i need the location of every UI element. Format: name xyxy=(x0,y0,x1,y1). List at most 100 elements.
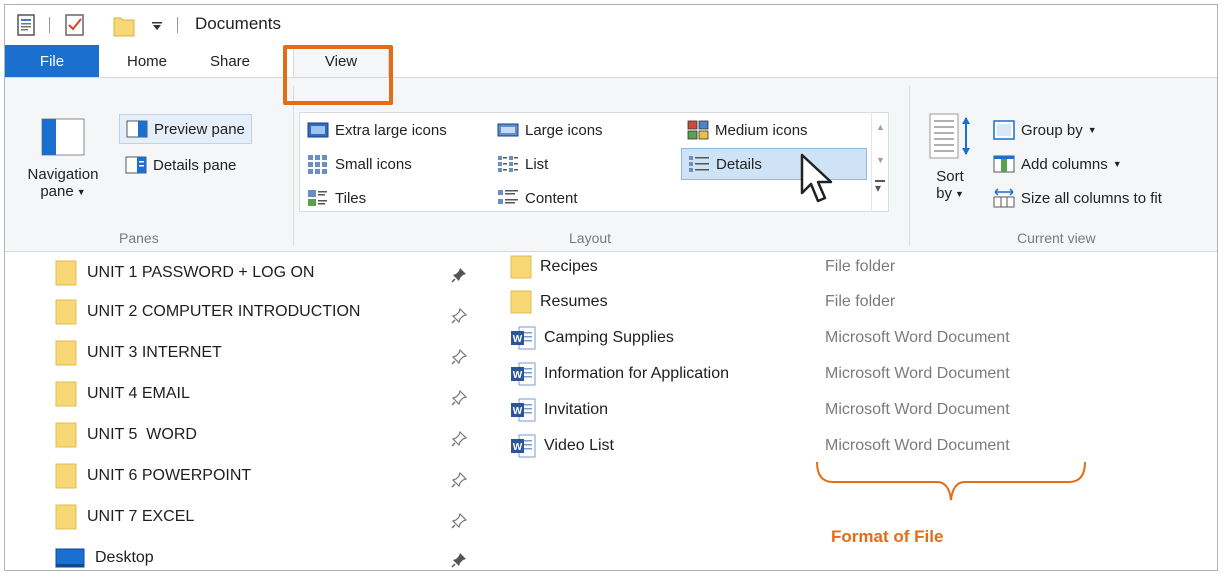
nav-item-label: UNIT 5 WORD xyxy=(87,426,197,443)
pin-icon[interactable] xyxy=(451,308,467,324)
nav-item-label: UNIT 1 PASSWORD + LOG ON xyxy=(87,264,315,281)
folder-icon[interactable] xyxy=(113,15,135,37)
layout-extra-large-icons[interactable]: Extra large icons xyxy=(307,118,447,142)
gallery-expand-icon[interactable]: ▾ xyxy=(875,180,885,194)
scroll-down-icon[interactable]: ▼ xyxy=(876,155,885,165)
sort-by-button[interactable]: Sort by ▼ xyxy=(919,112,981,222)
layout-medium-icons[interactable]: Medium icons xyxy=(687,118,808,142)
add-columns-button[interactable]: Add columns ▼ xyxy=(993,152,1122,176)
pin-icon[interactable] xyxy=(451,513,467,529)
group-by-button[interactable]: Group by ▼ xyxy=(993,118,1097,142)
group-separator xyxy=(293,86,294,246)
layout-details[interactable]: Details xyxy=(681,148,867,180)
mouse-cursor-icon xyxy=(800,153,833,203)
layout-group-label: Layout xyxy=(569,230,612,246)
add-columns-label: Add columns xyxy=(1021,155,1108,173)
extra-large-icons-label: Extra large icons xyxy=(335,121,447,139)
folder-icon xyxy=(510,255,532,279)
file-row-video-list[interactable]: W Video List xyxy=(510,429,614,463)
preview-pane-icon xyxy=(126,120,148,138)
nav-item-unit2[interactable]: UNIT 2 COMPUTER INTRODUCTION xyxy=(55,295,360,329)
folder-icon xyxy=(55,504,77,530)
nav-item-desktop[interactable]: Desktop xyxy=(55,541,154,570)
file-name: Video List xyxy=(544,437,614,454)
file-row-camping-supplies[interactable]: W Camping Supplies xyxy=(510,321,674,355)
window-title: Documents xyxy=(195,14,281,33)
nav-item-unit3[interactable]: UNIT 3 INTERNET xyxy=(55,336,222,370)
file-name: Resumes xyxy=(540,293,608,310)
extra-large-icons-icon xyxy=(307,122,329,138)
navigation-pane-label-2: pane xyxy=(40,183,74,200)
file-type: Microsoft Word Document xyxy=(825,437,1010,454)
checkmark-doc-icon[interactable] xyxy=(65,14,85,36)
tab-share[interactable]: Share xyxy=(200,45,260,77)
pin-icon[interactable] xyxy=(451,349,467,365)
navigation-pane-button[interactable]: Navigation pane ▼ xyxy=(11,118,115,218)
tiles-label: Tiles xyxy=(335,189,367,207)
nav-item-unit7[interactable]: UNIT 7 EXCEL xyxy=(55,500,194,534)
layout-list[interactable]: List xyxy=(497,152,548,176)
nav-item-unit6[interactable]: UNIT 6 POWERPOINT xyxy=(55,459,251,493)
pin-icon[interactable] xyxy=(451,431,467,447)
navigation-pane-icon xyxy=(41,118,85,156)
large-icons-icon xyxy=(497,123,519,137)
layout-gallery-scroll[interactable]: ▲ ▼ ▾ xyxy=(871,112,889,212)
folder-icon xyxy=(55,340,77,366)
svg-text:W: W xyxy=(513,406,523,417)
nav-item-unit5[interactable]: UNIT 5 WORD xyxy=(55,418,197,452)
annotation-brace xyxy=(816,461,1086,501)
details-icon xyxy=(689,156,709,172)
explorer-window: Documents File Home Share View Navigatio… xyxy=(4,4,1218,571)
pin-icon[interactable] xyxy=(451,267,467,283)
file-row-invitation[interactable]: W Invitation xyxy=(510,393,608,427)
preview-pane-button[interactable]: Preview pane xyxy=(119,114,252,144)
ribbon-view: Navigation pane ▼ Preview pane Details pa… xyxy=(5,77,1217,252)
file-name: Recipes xyxy=(540,258,598,275)
content-icon xyxy=(498,190,518,204)
layout-large-icons[interactable]: Large icons xyxy=(497,118,603,142)
file-type: Microsoft Word Document xyxy=(825,329,1010,346)
desktop-icon xyxy=(55,548,85,568)
nav-item-label: UNIT 3 INTERNET xyxy=(87,344,222,361)
word-doc-icon: W xyxy=(511,362,536,386)
nav-item-unit4[interactable]: UNIT 4 EMAIL xyxy=(55,377,190,411)
scroll-up-icon[interactable]: ▲ xyxy=(876,122,885,132)
tab-file[interactable]: File xyxy=(5,45,99,77)
size-all-columns-button[interactable]: Size all columns to fit xyxy=(993,186,1162,210)
file-row-recipes[interactable]: Recipes xyxy=(510,250,598,284)
nav-item-label: Desktop xyxy=(95,549,154,566)
panes-group-label: Panes xyxy=(119,230,159,246)
title-bar: Documents xyxy=(5,5,1217,45)
layout-content[interactable]: Content xyxy=(497,186,578,210)
size-columns-icon xyxy=(993,188,1015,208)
pin-icon[interactable] xyxy=(451,472,467,488)
file-type: Microsoft Word Document xyxy=(825,365,1010,382)
view-tab-highlight xyxy=(283,45,393,105)
pin-icon[interactable] xyxy=(451,390,467,406)
group-by-icon xyxy=(993,120,1015,140)
title-separator xyxy=(177,17,178,33)
title-separator xyxy=(49,17,50,33)
nav-item-label: UNIT 4 EMAIL xyxy=(87,385,190,402)
nav-item-unit1[interactable]: UNIT 1 PASSWORD + LOG ON xyxy=(55,256,314,290)
annotation-label: Format of File xyxy=(831,527,944,546)
file-row-resumes[interactable]: Resumes xyxy=(510,285,608,319)
customize-toolbar-chevron-icon[interactable] xyxy=(151,21,163,31)
pin-icon[interactable] xyxy=(451,552,467,568)
tab-home[interactable]: Home xyxy=(117,45,177,77)
word-doc-icon: W xyxy=(511,326,536,350)
file-name: Invitation xyxy=(544,401,609,418)
nav-item-label: UNIT 2 COMPUTER INTRODUCTION xyxy=(87,303,361,320)
details-pane-button[interactable]: Details pane xyxy=(125,152,236,178)
folder-icon xyxy=(55,463,77,489)
file-type: File folder xyxy=(825,258,896,275)
details-pane-icon xyxy=(125,156,147,174)
word-doc-icon: W xyxy=(511,434,536,458)
add-columns-icon xyxy=(993,155,1015,173)
file-row-information-for-application[interactable]: W Information for Application xyxy=(510,357,729,391)
tiles-icon xyxy=(308,190,327,206)
layout-tiles[interactable]: Tiles xyxy=(307,186,366,210)
properties-icon[interactable] xyxy=(17,14,35,36)
layout-small-icons[interactable]: Small icons xyxy=(307,152,412,176)
size-all-columns-label: Size all columns to fit xyxy=(1021,189,1162,207)
